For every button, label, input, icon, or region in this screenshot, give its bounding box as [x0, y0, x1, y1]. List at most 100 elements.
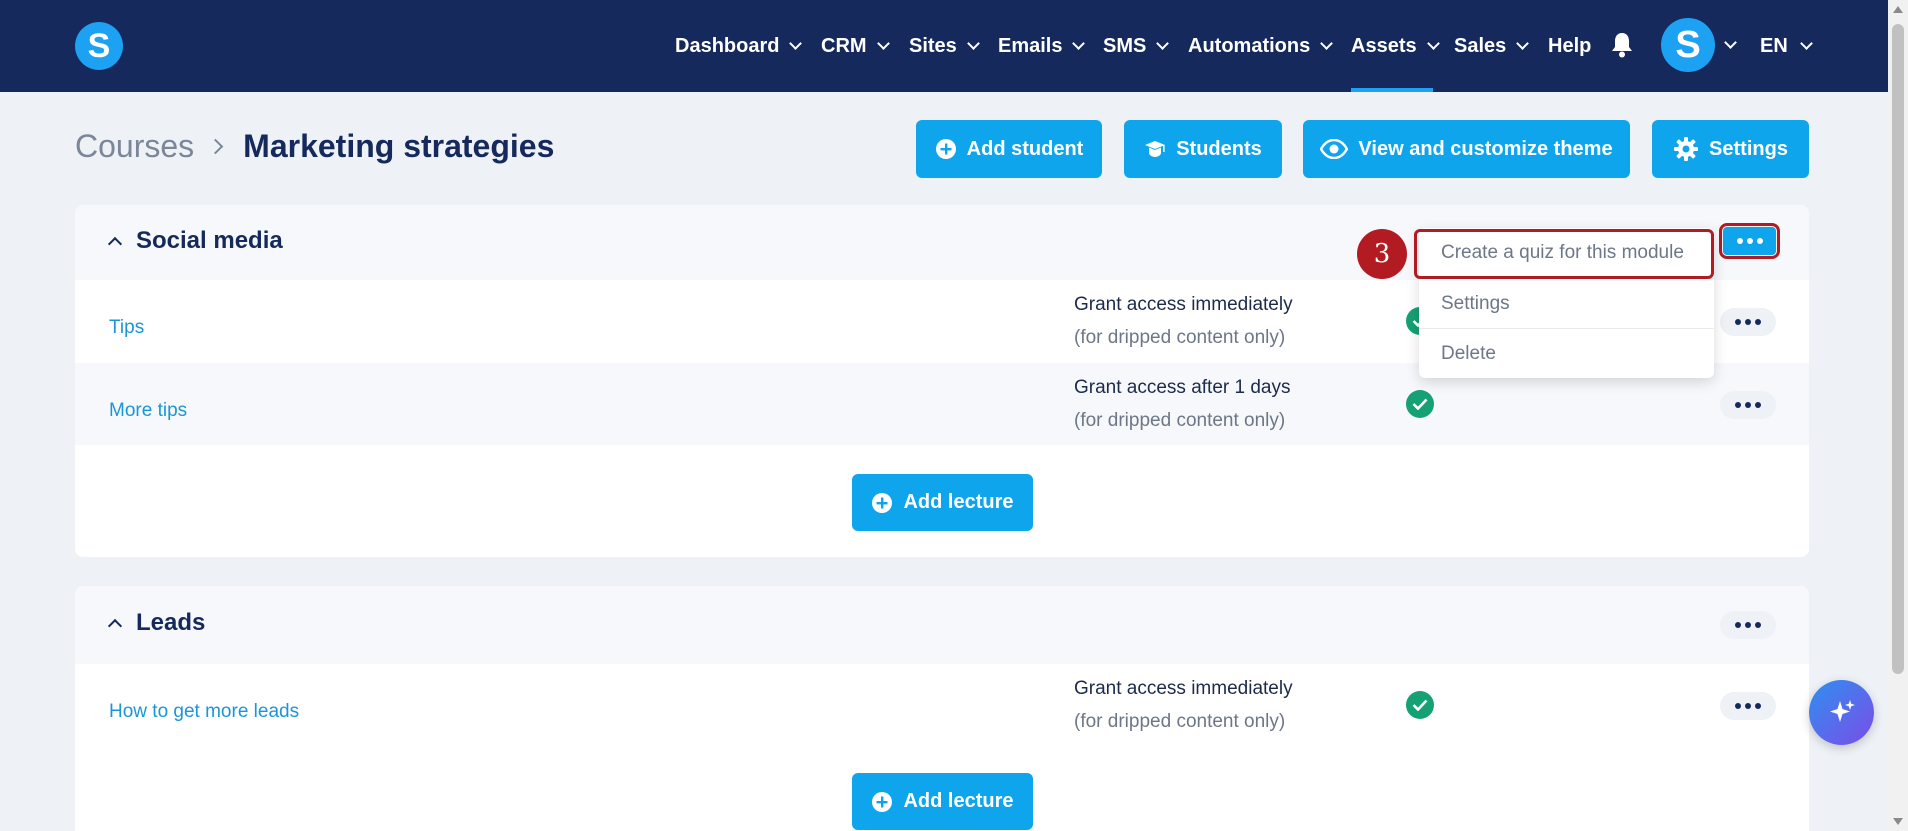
chevron-up-icon: [107, 618, 123, 634]
check-icon: [1406, 691, 1434, 719]
nav-item-sites[interactable]: Sites: [909, 0, 980, 92]
nav-label: Automations: [1188, 34, 1311, 57]
more-dots-icon: [1746, 238, 1753, 244]
access-rule: Grant access immediately: [1074, 294, 1293, 315]
avatar-letter: S: [1675, 23, 1701, 66]
breadcrumb-courses-link[interactable]: Courses: [75, 128, 194, 165]
ai-assistant-button[interactable]: [1809, 680, 1874, 745]
access-info: Grant access immediately (for dripped co…: [1074, 672, 1293, 738]
nav-label: SMS: [1103, 34, 1147, 57]
add-lecture-button[interactable]: Add lecture: [852, 773, 1033, 830]
language-selector[interactable]: EN: [1760, 0, 1813, 92]
chevron-down-icon: [966, 37, 980, 50]
chevron-down-icon[interactable]: [1724, 36, 1737, 49]
annotation-highlight-box: [1414, 229, 1714, 279]
nav-item-sales[interactable]: Sales: [1454, 0, 1530, 92]
add-lecture-label: Add lecture: [903, 491, 1014, 513]
nav-label: Assets: [1351, 34, 1417, 57]
access-info: Grant access immediately (for dripped co…: [1074, 288, 1293, 354]
chevron-down-icon: [1799, 37, 1813, 50]
nav-item-dashboard[interactable]: Dashboard: [675, 0, 803, 92]
table-row: How to get more leads Grant access immed…: [75, 664, 1809, 746]
more-dots-icon: [1736, 238, 1743, 244]
students-button[interactable]: Students: [1124, 120, 1282, 178]
add-lecture-button[interactable]: Add lecture: [852, 474, 1033, 531]
more-dots-icon: [1745, 402, 1751, 408]
page-title: Marketing strategies: [243, 128, 555, 164]
chevron-down-icon: [1156, 37, 1170, 50]
add-lecture-label: Add lecture: [903, 790, 1014, 812]
scrollbar-thumb[interactable]: [1892, 24, 1904, 674]
plus-circle-icon: [935, 139, 956, 159]
nav-item-automations[interactable]: Automations: [1188, 0, 1334, 92]
menu-item-delete[interactable]: Delete: [1419, 328, 1714, 378]
chevron-down-icon: [1320, 37, 1334, 50]
chevron-down-icon: [1072, 37, 1086, 50]
module-title: Leads: [136, 609, 206, 636]
nav-item-crm[interactable]: CRM: [821, 0, 890, 92]
scroll-down-arrow-icon[interactable]: [1893, 818, 1903, 825]
nav-item-sms[interactable]: SMS: [1103, 0, 1170, 92]
plus-circle-icon: [872, 492, 893, 513]
breadcrumb: Courses Marketing strategies: [75, 128, 554, 165]
chevron-right-icon: [207, 138, 224, 155]
more-dots-icon: [1735, 622, 1741, 628]
logo-letter: S: [87, 26, 111, 65]
nav-item-assets[interactable]: Assets: [1351, 0, 1440, 92]
add-student-button[interactable]: Add student: [916, 120, 1102, 178]
access-note: (for dripped content only): [1074, 327, 1286, 348]
access-note: (for dripped content only): [1074, 711, 1286, 732]
view-theme-label: View and customize theme: [1358, 137, 1613, 160]
plus-circle-icon: [872, 791, 893, 812]
lecture-link[interactable]: Tips: [109, 317, 144, 339]
more-dots-icon: [1735, 703, 1741, 709]
module-more-button[interactable]: [1720, 611, 1776, 639]
bell-icon[interactable]: [1611, 32, 1633, 58]
graduation-cap-icon: [1145, 141, 1166, 157]
menu-item-settings[interactable]: Settings: [1419, 278, 1714, 328]
more-dots-icon: [1735, 319, 1741, 325]
view-customize-theme-button[interactable]: View and customize theme: [1303, 120, 1630, 178]
more-dots-icon: [1755, 703, 1761, 709]
nav-item-emails[interactable]: Emails: [998, 0, 1086, 92]
module-toggle[interactable]: Leads: [107, 609, 206, 637]
lecture-link[interactable]: More tips: [109, 400, 187, 422]
lecture-more-button[interactable]: [1720, 692, 1776, 720]
more-dots-icon: [1755, 319, 1761, 325]
nav-label: Sites: [909, 34, 957, 57]
settings-button[interactable]: Settings: [1652, 120, 1809, 178]
more-dots-icon: [1745, 622, 1751, 628]
nav-label: Emails: [998, 34, 1063, 57]
chevron-down-icon: [1426, 37, 1440, 50]
language-label: EN: [1760, 34, 1788, 57]
settings-label: Settings: [1709, 137, 1788, 160]
lecture-link[interactable]: How to get more leads: [109, 701, 299, 723]
nav-label: CRM: [821, 34, 867, 57]
module-more-button[interactable]: [1719, 223, 1780, 259]
chevron-down-icon: [789, 37, 803, 50]
students-label: Students: [1176, 137, 1262, 160]
scroll-up-arrow-icon[interactable]: [1893, 6, 1903, 13]
nav-label: Dashboard: [675, 34, 780, 57]
module-panel: Leads How to get more leads Grant access…: [75, 586, 1809, 831]
page-scrollbar[interactable]: [1888, 0, 1908, 831]
add-student-label: Add student: [966, 137, 1084, 160]
lecture-more-button[interactable]: [1720, 308, 1776, 336]
check-icon: [1406, 390, 1434, 418]
app-logo[interactable]: S: [75, 22, 123, 70]
chevron-down-icon: [876, 37, 890, 50]
top-navigation-bar: S Dashboard CRM Sites Emails SMS Automat…: [0, 0, 1888, 92]
nav-item-help[interactable]: Help: [1548, 0, 1591, 92]
active-tab-indicator: [1351, 88, 1433, 92]
more-dots-icon: [1745, 319, 1751, 325]
chevron-up-icon: [107, 236, 123, 252]
more-dots-icon: [1735, 402, 1741, 408]
module-title: Social media: [136, 227, 283, 254]
module-toggle[interactable]: Social media: [107, 227, 283, 255]
lecture-more-button[interactable]: [1720, 391, 1776, 419]
chevron-down-icon: [1516, 37, 1530, 50]
avatar[interactable]: S: [1661, 18, 1715, 72]
nav-label: Sales: [1454, 34, 1507, 57]
nav-label: Help: [1548, 34, 1592, 57]
more-dots-icon: [1756, 238, 1763, 244]
